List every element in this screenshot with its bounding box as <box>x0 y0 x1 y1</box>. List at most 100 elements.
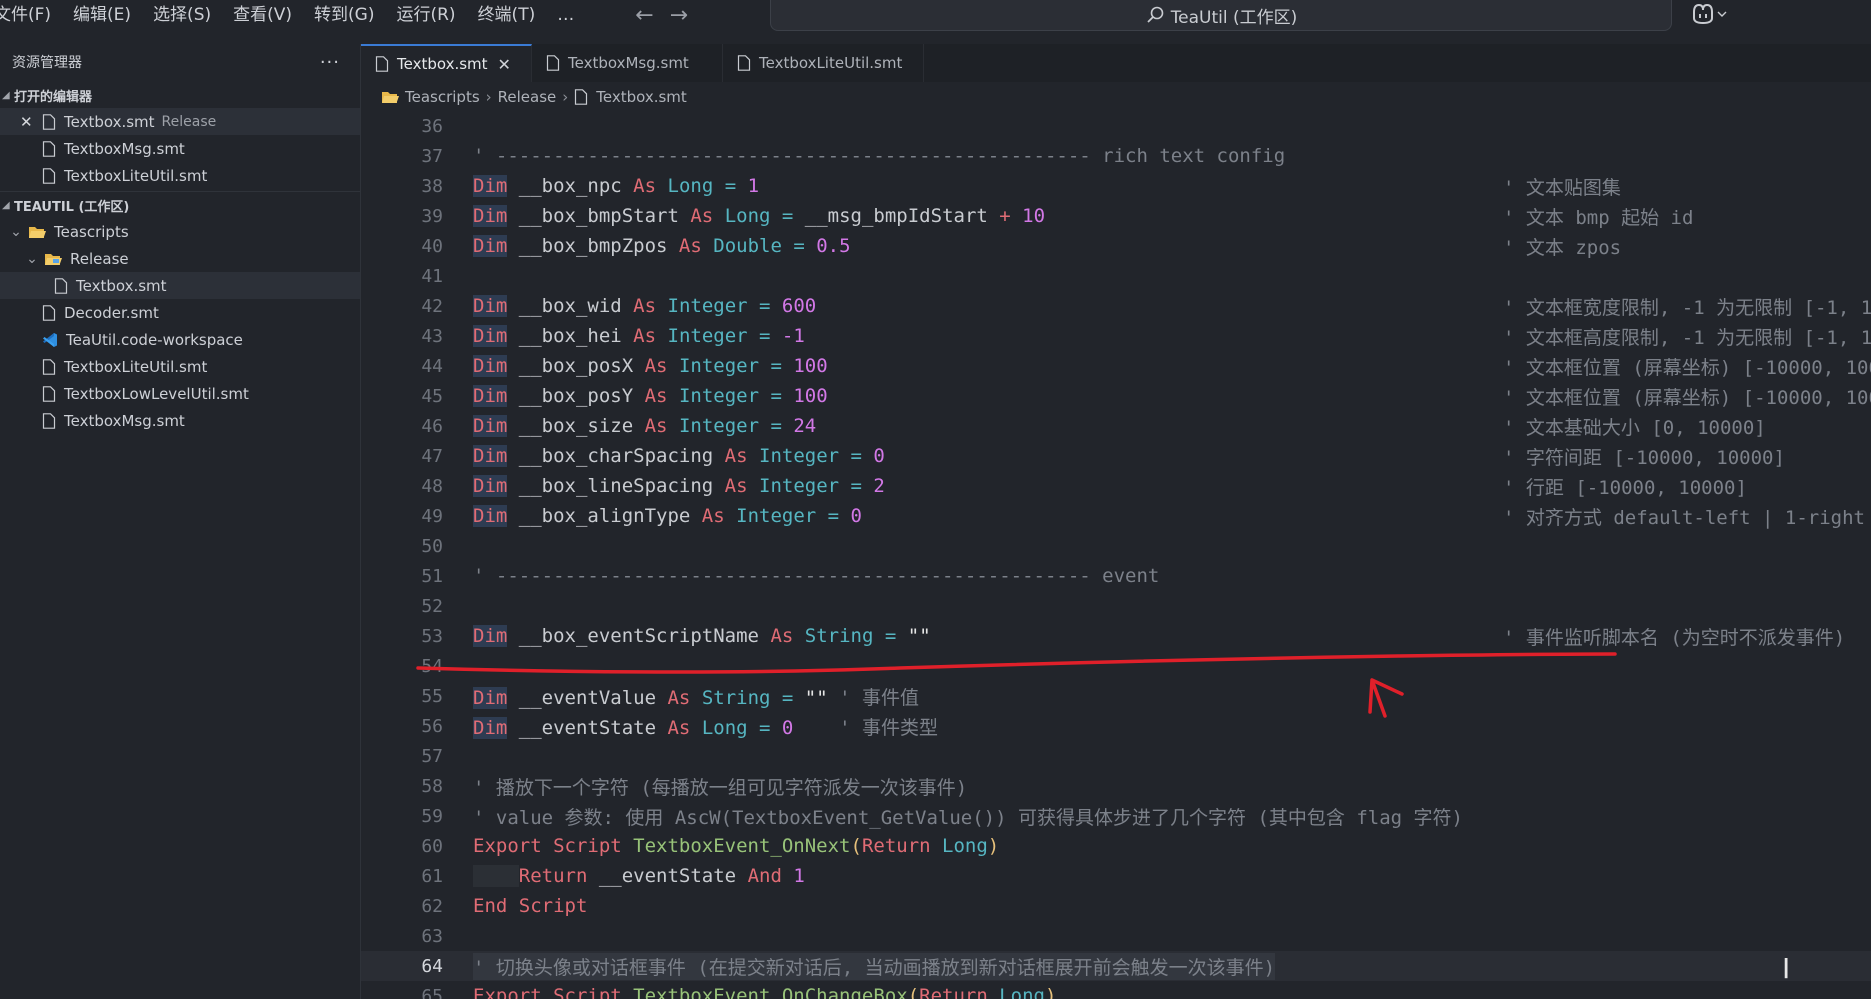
comment: ' 事件监听脚本名 (为空时不派发事件) <box>1503 626 1846 649</box>
tree-file[interactable]: TeaUtil.code-workspace <box>0 326 360 353</box>
file-icon <box>546 55 560 71</box>
type: Integer <box>678 415 760 437</box>
code-line: 37 ' -----------------------------------… <box>361 141 1871 171</box>
keyword: As <box>633 295 657 317</box>
line-number: 60 <box>421 835 443 857</box>
code-editor[interactable]: 36 37 ' --------------------------------… <box>361 113 1871 999</box>
open-editor-item[interactable]: ✕ Textbox.smt Release <box>0 108 360 135</box>
tab-textboxliteutil[interactable]: TextboxLiteUtil.smt <box>723 44 924 82</box>
var: __box_hei <box>507 325 634 347</box>
tree-label: Release <box>70 249 129 268</box>
open-editor-item[interactable]: TextboxMsg.smt <box>0 135 360 162</box>
comment: ' 文本 bmp 起始 id <box>1503 206 1694 229</box>
type: Long <box>930 835 988 857</box>
tab-textboxmsg[interactable]: TextboxMsg.smt <box>532 44 723 82</box>
tab-label: TextboxLiteUtil.smt <box>759 54 903 72</box>
operator: = <box>839 475 874 497</box>
comment: ' 文本基础大小 [0, 10000] <box>1503 416 1766 439</box>
keyword: Dim <box>473 716 508 739</box>
keyword: Dim <box>473 355 508 377</box>
line-number: 45 <box>421 385 443 407</box>
file-icon <box>575 89 588 105</box>
number: 100 <box>793 355 828 377</box>
breadcrumb-item[interactable]: Teascripts <box>405 88 480 106</box>
menu-edit[interactable]: 编辑(E) <box>62 0 142 30</box>
number: 1 <box>747 175 760 197</box>
command-center-search[interactable]: TeaUtil (工作区) <box>770 0 1672 31</box>
operator: = <box>781 235 817 257</box>
operator: = <box>759 355 794 377</box>
type: Integer <box>736 505 817 527</box>
paren: ( <box>907 985 920 999</box>
folder-open-icon <box>45 253 62 265</box>
breadcrumb-item[interactable]: Textbox.smt <box>596 88 687 106</box>
keyword: Return <box>518 865 588 887</box>
menu-selection[interactable]: 选择(S) <box>142 0 222 30</box>
chevron-down-icon: ◢ <box>2 89 10 101</box>
operator: = <box>816 505 851 527</box>
menu-view[interactable]: 查看(V) <box>222 0 303 30</box>
var: __eventValue <box>507 686 668 709</box>
tree-label: TextboxLiteUtil.smt <box>64 357 208 376</box>
tree-file-textbox[interactable]: Textbox.smt <box>0 272 360 299</box>
tree-file[interactable]: TextboxMsg.smt <box>0 407 360 434</box>
code-text: Dim __box_size As Integer = 24 <box>473 415 816 437</box>
line-number: 48 <box>421 475 443 497</box>
chevron-right-icon: › <box>562 88 569 106</box>
code-line: 43 Dim __box_hei As Integer = -1 ' 文本框高度… <box>361 321 1871 351</box>
tree-file[interactable]: TextboxLiteUtil.smt <box>0 353 360 380</box>
code-text: Dim __box_lineSpacing As Integer = 2 <box>473 475 885 497</box>
workspace-section[interactable]: ◢ TEAUTIL (工作区) <box>0 191 360 218</box>
tree-label: TextboxLowLevelUtil.smt <box>64 384 249 403</box>
forward-arrow-icon[interactable]: → <box>670 3 688 28</box>
breadcrumb-item[interactable]: Release <box>498 88 557 106</box>
type: Long <box>701 716 748 739</box>
code-text: Dim __box_wid As Integer = 600 <box>473 295 816 317</box>
close-icon[interactable]: ✕ <box>20 113 42 131</box>
code-line: 53 Dim __box_eventScriptName As String =… <box>361 621 1871 651</box>
tree-folder-release[interactable]: ⌄ Release <box>0 245 360 272</box>
tree-file[interactable]: TextboxLowLevelUtil.smt <box>0 380 360 407</box>
code-line: 49 Dim __box_alignType As Integer = 0 ' … <box>361 501 1871 531</box>
line-number: 64 <box>421 955 443 977</box>
menu-more[interactable]: … <box>546 0 585 30</box>
var: __eventState <box>587 865 748 887</box>
back-arrow-icon[interactable]: ← <box>635 3 653 28</box>
code-line: 38 Dim __box_npc As Long = 1 ' 文本贴图集 <box>361 171 1871 201</box>
code-line: 42 Dim __box_wid As Integer = 600 ' 文本框宽… <box>361 291 1871 321</box>
code-line: 61 Return __eventState And 1 <box>361 861 1871 891</box>
code-line: 44 Dim __box_posX As Integer = 100 ' 文本框… <box>361 351 1871 381</box>
keyword: Dim <box>473 415 508 437</box>
vscode-icon <box>43 332 57 347</box>
code-text: Export Script TextboxEvent_OnChangeBox(R… <box>473 985 1056 999</box>
menu-file[interactable]: 文件(F) <box>0 0 62 30</box>
menu-run[interactable]: 运行(R) <box>385 0 466 30</box>
open-editors-section[interactable]: ◢ 打开的编辑器 <box>0 82 360 108</box>
keyword: As <box>690 205 714 227</box>
tree-folder-teascripts[interactable]: ⌄ Teascripts <box>0 218 360 245</box>
tab-textbox[interactable]: Textbox.smt ✕ <box>361 44 532 82</box>
more-actions-icon[interactable]: ··· <box>320 52 340 73</box>
string: "" <box>804 686 828 709</box>
copilot-button[interactable] <box>1690 2 1728 26</box>
code-line: 62 End Script <box>361 891 1871 921</box>
file-icon <box>42 304 56 321</box>
menu-go[interactable]: 转到(G) <box>303 0 385 30</box>
line-number: 59 <box>421 805 443 827</box>
keyword: And <box>747 865 782 887</box>
var: __box_charSpacing <box>507 445 725 467</box>
menu-terminal[interactable]: 终端(T) <box>467 0 547 30</box>
tree-label: Teascripts <box>54 222 129 241</box>
code-line: 58 ' 播放下一个字符 (每播放一组可见字符派发一次该事件) <box>361 771 1871 801</box>
paren: ) <box>1045 985 1057 999</box>
open-editor-item[interactable]: TextboxLiteUtil.smt <box>0 162 360 189</box>
keyword: Dim <box>473 445 508 467</box>
code-text: Dim __box_hei As Integer = -1 <box>473 325 805 347</box>
file-icon <box>54 277 68 294</box>
file-icon <box>375 56 389 72</box>
keyword: As <box>644 385 668 407</box>
tree-file[interactable]: Decoder.smt <box>0 299 360 326</box>
var: __box_lineSpacing <box>507 475 725 497</box>
close-icon[interactable]: ✕ <box>498 55 511 74</box>
comment: ' 文本贴图集 <box>1503 176 1621 199</box>
